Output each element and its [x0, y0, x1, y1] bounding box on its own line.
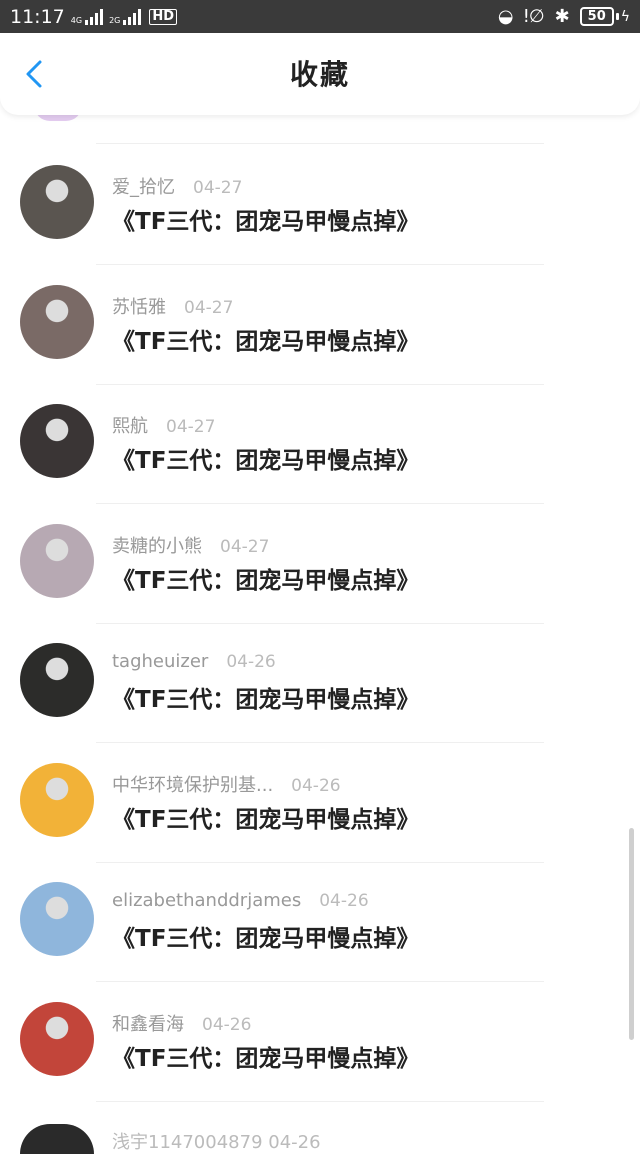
item-date: 04-26 — [291, 775, 341, 796]
user-name[interactable]: 苏恬雅 — [112, 293, 166, 319]
page-title: 收藏 — [289, 58, 350, 91]
user-name[interactable]: 中华环境保护别基... — [112, 771, 273, 797]
item-meta: tagheuizer 04-26 — [112, 651, 276, 672]
item-title[interactable]: 《TF三代：团宠马甲慢点掉》 — [112, 680, 419, 714]
list-item[interactable]: 卖糖的小熊 04-27 《TF三代：团宠马甲慢点掉》 — [0, 474, 640, 624]
charging-icon: ϟ — [620, 8, 630, 25]
partial-list-item-text: 浅宇1147004879 04-26 — [112, 1132, 321, 1153]
signal-2g: 2G — [109, 8, 142, 25]
item-title[interactable]: 《TF三代：团宠马甲慢点掉》 — [112, 919, 419, 953]
item-date: 04-26 — [202, 1014, 252, 1035]
list-item[interactable]: elizabethanddrjames 04-26 《TF三代：团宠马甲慢点掉》 — [0, 832, 640, 982]
user-name[interactable]: tagheuizer — [112, 651, 208, 672]
user-name[interactable]: 卖糖的小熊 — [112, 532, 202, 558]
avatar[interactable] — [20, 165, 94, 239]
scrollbar[interactable] — [629, 828, 634, 1040]
item-meta: 卖糖的小熊 04-27 — [112, 532, 269, 558]
item-meta: 熙航 04-27 — [112, 412, 215, 438]
favorites-list: 爱_拾忆 04-27 《TF三代：团宠马甲慢点掉》 苏恬雅 04-27 《TF三… — [0, 105, 640, 1102]
avatar[interactable] — [20, 284, 94, 359]
signal-4g: 4G — [70, 8, 104, 25]
item-title[interactable]: 《TF三代：团宠马甲慢点掉》 — [112, 800, 419, 834]
item-date: 04-27 — [184, 297, 234, 318]
battery-level: 50 — [579, 7, 614, 26]
user-name[interactable]: 和鑫看海 — [112, 1010, 184, 1036]
item-meta: 中华环境保护别基... 04-26 — [112, 771, 341, 797]
user-name[interactable]: 爱_拾忆 — [112, 173, 175, 199]
item-title[interactable]: 《TF三代：团宠马甲慢点掉》 — [112, 561, 419, 595]
status-bar: 11:17 4G 2G HD ◒ ǃ∅ ✱ 50 ϟ — [0, 0, 640, 33]
item-date: 04-26 — [226, 652, 276, 672]
avatar[interactable] — [20, 762, 94, 837]
user-name[interactable]: elizabethanddrjames — [112, 890, 301, 911]
avatar[interactable] — [20, 882, 94, 956]
list-item[interactable]: 爱_拾忆 04-27 《TF三代：团宠马甲慢点掉》 — [0, 115, 640, 265]
battery-tip — [615, 13, 619, 20]
item-meta: 和鑫看海 04-26 — [112, 1010, 251, 1036]
list-item[interactable]: 熙航 04-27 《TF三代：团宠马甲慢点掉》 — [0, 354, 640, 504]
item-title[interactable]: 《TF三代：团宠马甲慢点掉》 — [112, 322, 419, 356]
face-icon: ◒ — [497, 5, 514, 27]
item-title[interactable]: 《TF三代：团宠马甲慢点掉》 — [112, 1039, 419, 1073]
signal-bars-icon — [123, 8, 142, 25]
divider — [96, 1100, 544, 1102]
list-item[interactable]: 苏恬雅 04-27 《TF三代：团宠马甲慢点掉》 — [0, 235, 640, 385]
item-meta: 苏恬雅 04-27 — [112, 293, 233, 319]
hd-icon: HD — [149, 8, 178, 25]
avatar[interactable] — [20, 1001, 94, 1076]
battery-icon: 50 ϟ — [579, 7, 630, 26]
user-name[interactable]: 熙航 — [112, 412, 148, 438]
signal-bars-icon — [85, 8, 104, 25]
item-meta: 爱_拾忆 04-27 — [112, 173, 242, 199]
item-date: 04-27 — [220, 536, 270, 557]
avatar[interactable] — [20, 404, 94, 478]
avatar[interactable] — [20, 1124, 94, 1154]
avatar[interactable] — [20, 523, 94, 598]
net-label-2g: 2G — [109, 15, 121, 25]
status-time: 11:17 — [10, 5, 65, 28]
item-date: 04-27 — [193, 178, 243, 198]
list-item[interactable]: 中华环境保护别基... 04-26 《TF三代：团宠马甲慢点掉》 — [0, 713, 640, 863]
avatar[interactable] — [20, 643, 94, 717]
item-date: 04-27 — [166, 417, 216, 437]
list-item[interactable]: tagheuizer 04-26 《TF三代：团宠马甲慢点掉》 — [0, 593, 640, 743]
item-title[interactable]: 《TF三代：团宠马甲慢点掉》 — [112, 441, 419, 475]
list-item[interactable]: 和鑫看海 04-26 《TF三代：团宠马甲慢点掉》 — [0, 952, 640, 1102]
net-label-4g: 4G — [70, 15, 83, 25]
item-meta: elizabethanddrjames 04-26 — [112, 890, 369, 911]
app-header: 收藏 — [0, 33, 640, 115]
bluetooth-icon: ✱ — [554, 5, 570, 27]
item-title[interactable]: 《TF三代：团宠马甲慢点掉》 — [112, 202, 419, 236]
vibrate-icon: ǃ∅ — [523, 5, 545, 27]
item-date: 04-26 — [319, 891, 369, 911]
